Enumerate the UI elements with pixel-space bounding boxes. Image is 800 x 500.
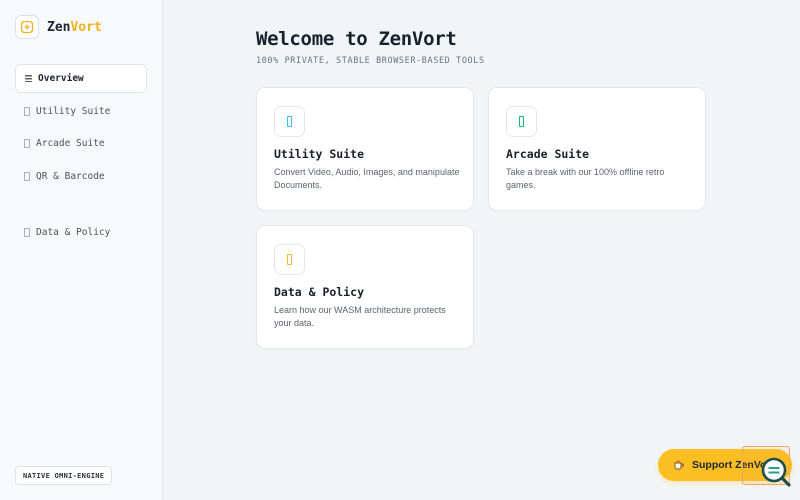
box-icon [24,106,30,116]
box-icon [24,171,30,181]
sidebar-item-arcade-suite[interactable]: Arcade Suite [15,129,147,158]
sidebar-item-qr-barcode[interactable]: QR & Barcode [15,162,147,191]
sidebar-item-label: Arcade Suite [36,138,105,149]
page-subtitle: 100% PRIVATE, STABLE BROWSER-BASED TOOLS [256,56,485,66]
card-description: Learn how our WASM architecture protects… [274,305,446,328]
page-title: Welcome to ZenVort [256,28,457,50]
card-title: Arcade Suite [506,147,590,161]
sidebar-item-label: Overview [38,73,84,84]
sidebar-item-label: QR & Barcode [36,170,105,182]
list-icon [25,75,32,82]
magnifier-icon[interactable] [758,455,794,491]
coffee-icon [674,460,684,470]
card-icon-container [506,106,537,137]
card-icon-container [274,106,305,137]
sidebar-item-label: Data & Policy [36,227,111,238]
brand-name-prefix: Zen [47,19,71,35]
frame-plus-icon [15,15,39,39]
card-icon-container [274,244,305,275]
sidebar-item-label: Utility Suite [36,105,111,117]
box-icon [24,139,30,148]
sidebar-item-overview[interactable]: Overview [15,64,147,93]
card-title: Data & Policy [274,285,365,299]
brand[interactable]: ZenVort [15,15,102,39]
sidebar-nav: Overview Utility Suite Arcade Suite QR &… [15,64,147,251]
card-data-policy[interactable]: Data & Policy Learn how our WASM archite… [256,225,474,349]
sidebar-item-utility-suite[interactable]: Utility Suite [15,97,147,126]
box-icon [287,254,292,265]
engine-badge: NATIVE OMNI-ENGINE [15,466,113,485]
brand-name-accent: Vort [70,19,102,35]
box-icon [519,116,524,127]
card-utility-suite[interactable]: Utility Suite Convert Video, Audio, Imag… [256,87,474,211]
brand-name: ZenVort [47,20,102,35]
card-description: Take a break with our 100% offline retro… [506,167,665,190]
sidebar: ZenVort Overview Utility Suite Arcade Su… [0,0,163,500]
card-arcade-suite[interactable]: Arcade Suite Take a break with our 100% … [488,87,706,211]
box-icon [24,228,30,237]
box-icon [287,116,292,127]
sidebar-item-data-policy[interactable]: Data & Policy [15,218,147,247]
card-description: Convert Video, Audio, Images, and manipu… [274,167,460,190]
card-title: Utility Suite [274,147,365,161]
